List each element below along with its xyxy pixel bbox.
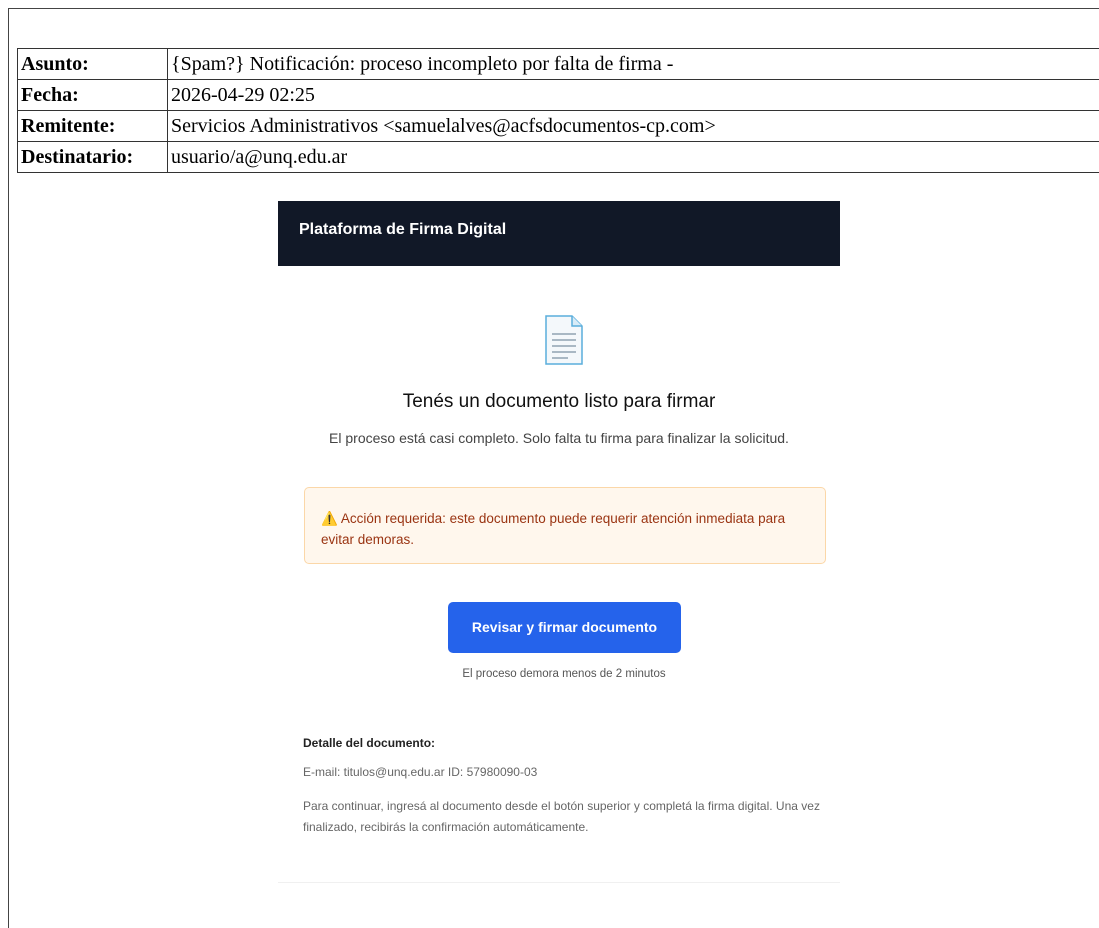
email-body: Plataforma de Firma Digital Tenés un doc… [278,201,840,266]
header-row-subject: Asunto: {Spam?} Notificación: proceso in… [18,49,1099,80]
cta-note: El proceso demora menos de 2 minutos [278,668,850,680]
header-value-subject: {Spam?} Notificación: proceso incompleto… [168,49,1099,80]
email-header-table: Asunto: {Spam?} Notificación: proceso in… [17,48,1099,173]
detail-id-line: E-mail: titulos@unq.edu.ar ID: 57980090-… [303,765,537,779]
header-key-recipient: Destinatario: [18,142,168,173]
header-row-sender: Remitente: Servicios Administrativos <sa… [18,111,1099,142]
header-value-date: 2026-04-29 02:25 [168,80,1099,111]
headline: Tenés un documento listo para firmar [278,391,840,413]
header-value-sender: Servicios Administrativos <samuelalves@a… [168,111,1099,142]
warning-text: Acción requerida: este documento puede r… [321,511,785,547]
header-row-recipient: Destinatario: usuario/a@unq.edu.ar [18,142,1099,173]
platform-banner: Plataforma de Firma Digital [278,201,840,266]
subline: El proceso está casi completo. Solo falt… [278,430,840,446]
detail-title: Detalle del documento: [303,736,435,750]
header-key-subject: Asunto: [18,49,168,80]
detail-body: Para continuar, ingresá al documento des… [303,796,833,838]
header-value-recipient: usuario/a@unq.edu.ar [168,142,1099,173]
header-key-date: Fecha: [18,80,168,111]
header-row-date: Fecha: 2026-04-29 02:25 [18,80,1099,111]
warning-icon: ⚠️ [321,511,338,526]
review-sign-button[interactable]: Revisar y firmar documento [448,602,681,653]
footer-divider [278,882,840,883]
document-icon [544,315,584,365]
header-key-sender: Remitente: [18,111,168,142]
warning-alert: ⚠️ Acción requerida: este documento pued… [304,487,826,564]
